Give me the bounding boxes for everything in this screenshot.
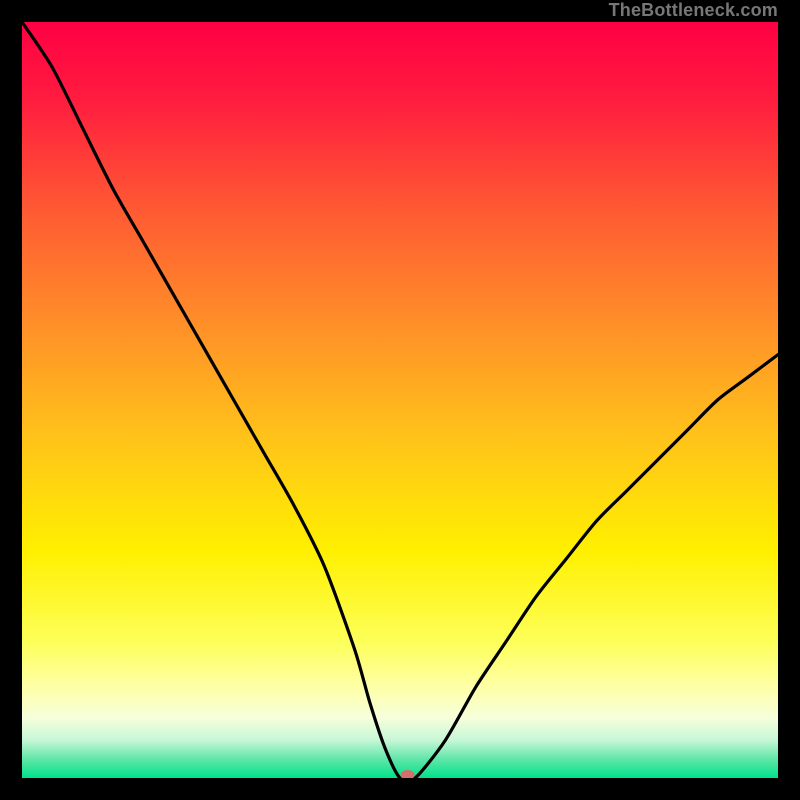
optimal-marker [401,770,415,778]
bottleneck-curve [22,22,778,778]
watermark-text: TheBottleneck.com [609,0,778,21]
plot-area [22,22,778,778]
chart-frame: TheBottleneck.com [0,0,800,800]
